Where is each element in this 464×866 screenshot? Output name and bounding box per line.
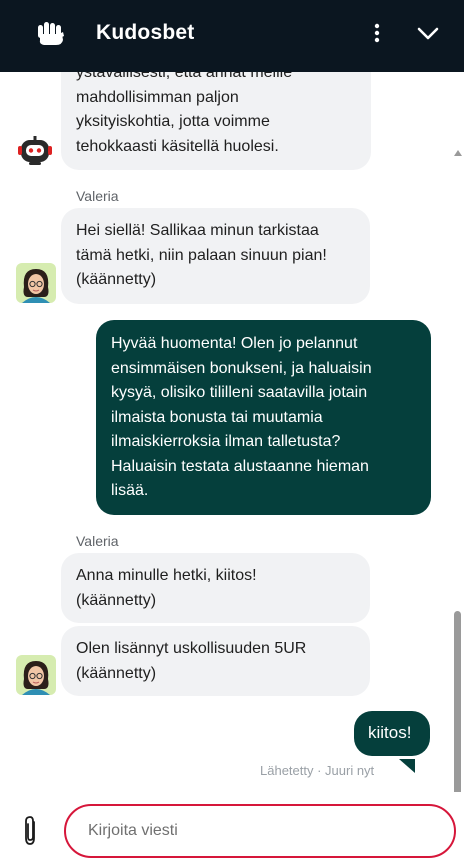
sender-name: Valeria bbox=[76, 533, 119, 549]
paperclip-icon[interactable] bbox=[19, 815, 43, 847]
message-bubble: ystävällisesti, että annat meille mahdol… bbox=[61, 72, 371, 170]
message-tail bbox=[399, 759, 415, 773]
message-line: (käännetty) bbox=[76, 591, 157, 609]
chat-header: Kudosbet bbox=[0, 0, 464, 72]
message-line: ilmaista bonusta tai muutamia bbox=[111, 408, 323, 426]
scroll-up-arrow-icon[interactable] bbox=[454, 150, 462, 156]
message-bubble: Hyvää huomenta! Olen jo pelannut ensimmä… bbox=[96, 320, 431, 515]
message-line: ilmaiskierroksia ilman talletusta? bbox=[111, 433, 341, 450]
message-line: lisää. bbox=[111, 482, 149, 499]
message-line: (käännetty) bbox=[76, 664, 157, 682]
message-line: (käännetty) bbox=[76, 271, 157, 288]
message-line: ensimmäisen bonukseni, ja haluaisin bbox=[111, 359, 372, 377]
chevron-down-icon[interactable] bbox=[414, 20, 442, 46]
message-bubble: Anna minulle hetki, kiitos! (käännetty) bbox=[61, 553, 370, 623]
message-line: tämä hetki, niin palaan sinuun pian! bbox=[76, 246, 327, 264]
message-line: mahdollisimman paljon bbox=[76, 88, 239, 106]
message-bubble: Olen lisännyt uskollisuuden 5UR (käännet… bbox=[61, 626, 370, 696]
agent-avatar bbox=[16, 655, 56, 695]
agent-avatar bbox=[16, 263, 56, 303]
message-line: Hyvää huomenta! Olen jo pelannut bbox=[111, 335, 358, 352]
sender-name: Valeria bbox=[76, 188, 119, 204]
message-line: yksityiskohtia, jotta voimme bbox=[76, 113, 270, 130]
more-vertical-icon[interactable] bbox=[366, 20, 388, 46]
message-line: kysyä, olisiko tililleni saatavilla jota… bbox=[111, 384, 368, 401]
message-line: kiitos! bbox=[368, 723, 412, 742]
message-line: Hei siellä! Sallikaa minun tarkistaa bbox=[76, 222, 319, 239]
scroll-thumb[interactable] bbox=[454, 611, 461, 792]
composer bbox=[0, 792, 464, 866]
bot-icon bbox=[18, 136, 52, 165]
message-line: tehokkaasti käsitellä huolesi. bbox=[76, 137, 279, 155]
message-bubble: Hei siellä! Sallikaa minun tarkistaa täm… bbox=[61, 208, 370, 304]
message-line: Anna minulle hetki, kiitos! bbox=[76, 567, 257, 584]
scrollbar[interactable] bbox=[451, 144, 464, 792]
message-input[interactable] bbox=[64, 804, 456, 858]
message-line: Haluaisin testata alustaanne hieman bbox=[111, 457, 369, 475]
message-list[interactable]: ystävällisesti, että annat meille mahdol… bbox=[0, 72, 464, 792]
message-bubble: kiitos! bbox=[354, 711, 430, 756]
message-line: ystävällisesti, että annat meille bbox=[76, 72, 293, 81]
brand-name: Kudosbet bbox=[96, 21, 195, 44]
message-status: Lähetetty · Juuri nyt bbox=[260, 763, 375, 778]
fist-logo-icon bbox=[38, 22, 64, 45]
message-line: Olen lisännyt uskollisuuden 5UR bbox=[76, 640, 307, 657]
